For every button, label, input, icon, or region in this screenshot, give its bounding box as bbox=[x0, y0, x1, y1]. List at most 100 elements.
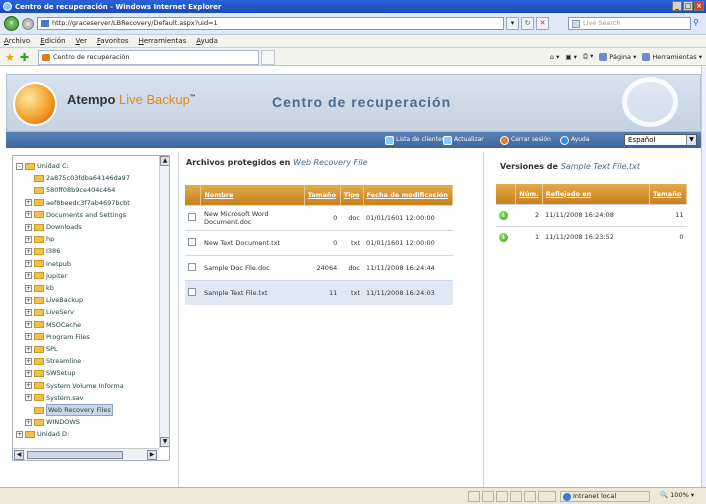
scroll-up-button[interactable]: ▲ bbox=[160, 156, 169, 166]
version-size-column-header[interactable]: Tamaño bbox=[649, 184, 687, 204]
expand-icon[interactable]: + bbox=[25, 345, 32, 353]
file-checkbox[interactable] bbox=[188, 262, 196, 271]
tree-item[interactable]: + Downloads bbox=[25, 222, 82, 232]
home-icon[interactable]: ⌂ ▾ bbox=[550, 53, 559, 61]
collapse-icon[interactable]: - bbox=[16, 162, 23, 170]
print-icon[interactable]: ⎙ ▾ bbox=[583, 52, 594, 61]
tools-menu[interactable]: Herramientas ▾ bbox=[642, 52, 702, 61]
tree-item[interactable]: Web Recovery Files bbox=[34, 404, 113, 416]
expand-icon[interactable]: + bbox=[25, 308, 32, 316]
tree-item[interactable]: 2a875c03fdba64146da97 bbox=[34, 173, 130, 183]
tree-item[interactable]: + hp bbox=[25, 234, 54, 244]
expand-icon[interactable]: + bbox=[25, 223, 32, 231]
maximize-button[interactable]: □ bbox=[683, 1, 693, 11]
scroll-left-button[interactable]: ◀ bbox=[14, 450, 24, 460]
menu-favoritos[interactable]: Favoritos bbox=[97, 37, 129, 45]
size-column-header[interactable]: Tamaño bbox=[304, 185, 341, 205]
num-column-header[interactable]: Núm. bbox=[515, 184, 543, 204]
tree-item[interactable]: + Streamline bbox=[25, 356, 81, 366]
tree-item[interactable]: + Unidad D: bbox=[16, 429, 69, 439]
live-search-input[interactable]: Live Search bbox=[568, 17, 691, 30]
expand-icon[interactable]: + bbox=[25, 357, 32, 365]
minimize-button[interactable]: _ bbox=[672, 1, 682, 11]
tree-item[interactable]: + MSOCache bbox=[25, 320, 81, 330]
menu-ayuda[interactable]: Ayuda bbox=[196, 37, 218, 45]
menu-herramientas[interactable]: Herramientas bbox=[139, 37, 187, 45]
tree-item[interactable]: + Program Files bbox=[25, 332, 90, 342]
name-column-header[interactable]: Nombre bbox=[200, 185, 305, 205]
menu-archivo[interactable]: Archivo bbox=[4, 37, 30, 45]
expand-icon[interactable]: + bbox=[25, 272, 32, 280]
help-button[interactable]: Ayuda bbox=[560, 135, 590, 145]
stop-icon[interactable]: ✕ bbox=[536, 17, 549, 30]
tree-item[interactable]: + SPL bbox=[25, 344, 58, 354]
feeds-icon[interactable]: ▣ ▾ bbox=[565, 53, 576, 61]
expand-icon[interactable]: + bbox=[25, 418, 32, 426]
new-tab-button[interactable] bbox=[261, 50, 275, 65]
refresh-button[interactable]: Actualizar bbox=[443, 135, 484, 145]
tree-item[interactable]: - Unidad C: bbox=[16, 161, 69, 171]
tree-item[interactable]: + LiveServ bbox=[25, 307, 74, 317]
tree-item[interactable]: + WINDOWS bbox=[25, 417, 80, 427]
menu-ver[interactable]: Ver bbox=[76, 37, 87, 45]
search-icon[interactable]: ⚲ bbox=[693, 17, 705, 30]
forward-button[interactable]: › bbox=[22, 17, 34, 30]
version-row[interactable]: ↓ 1 11/11/2008 16:23:52 0 bbox=[496, 225, 687, 248]
tree-item[interactable]: 580ff08b9ce404c464 bbox=[34, 185, 115, 195]
add-favorite-icon[interactable]: ✚ bbox=[20, 51, 29, 64]
tree-item[interactable]: + kb bbox=[25, 283, 54, 293]
language-select[interactable]: Español ▼ bbox=[624, 134, 697, 146]
scroll-thumb[interactable] bbox=[27, 451, 123, 459]
expand-icon[interactable]: + bbox=[25, 369, 32, 377]
date-column-header[interactable]: Fecha de modificación bbox=[363, 185, 453, 205]
file-checkbox[interactable] bbox=[188, 287, 196, 296]
refresh-icon[interactable]: ↻ bbox=[521, 17, 534, 30]
menu-edicion[interactable]: Edición bbox=[40, 37, 65, 45]
expand-icon[interactable]: + bbox=[25, 394, 32, 402]
close-button[interactable]: × bbox=[694, 1, 704, 11]
tree-item[interactable]: + SWSetup bbox=[25, 368, 75, 378]
expand-icon[interactable]: + bbox=[25, 260, 32, 268]
expand-icon[interactable]: + bbox=[25, 296, 32, 304]
tree-item[interactable]: + System.sav bbox=[25, 393, 84, 403]
security-zone[interactable]: Intranet local bbox=[560, 491, 650, 502]
zoom-control[interactable]: 🔍 100% ▾ bbox=[660, 491, 704, 502]
restore-icon[interactable]: ↓ bbox=[499, 232, 508, 242]
expand-icon[interactable]: + bbox=[25, 235, 32, 243]
logout-button[interactable]: Cerrar sesión bbox=[500, 135, 551, 145]
reflected-column-header[interactable]: Reflejado en bbox=[542, 184, 651, 204]
browser-tab[interactable]: Centro de recuperación bbox=[38, 50, 259, 65]
restore-icon[interactable]: ↓ bbox=[499, 210, 508, 220]
version-row[interactable]: ↓ 2 11/11/2008 16:24:08 11 bbox=[496, 203, 687, 226]
scroll-down-button[interactable]: ▼ bbox=[160, 437, 169, 447]
expand-icon[interactable]: + bbox=[16, 430, 23, 438]
type-column-header[interactable]: Tipo bbox=[340, 185, 364, 205]
file-checkbox[interactable] bbox=[188, 237, 196, 246]
file-row[interactable]: Sample Doc File.doc 24064 doc 11/11/2008 16… bbox=[185, 254, 453, 280]
file-checkbox[interactable] bbox=[188, 212, 196, 221]
file-row[interactable]: Sample Text File.txt 11 txt 11/11/2008 16:2… bbox=[185, 279, 453, 305]
file-row[interactable]: New Microsoft Word Document.doc 0 doc 01/01… bbox=[185, 204, 453, 230]
expand-icon[interactable]: + bbox=[25, 382, 32, 390]
expand-icon[interactable]: + bbox=[25, 247, 32, 255]
scroll-right-button[interactable]: ▶ bbox=[147, 450, 157, 460]
tree-item[interactable]: + Documents and Settings bbox=[25, 210, 126, 220]
client-list-button[interactable]: Lista de clientes bbox=[385, 135, 445, 145]
back-button[interactable]: ‹ bbox=[4, 16, 19, 31]
expand-icon[interactable]: + bbox=[25, 284, 32, 292]
tree-item[interactable]: + System Volume Informa bbox=[25, 381, 124, 391]
expand-icon[interactable]: + bbox=[25, 333, 32, 341]
address-dropdown-button[interactable]: ▾ bbox=[506, 17, 519, 30]
expand-icon[interactable]: + bbox=[25, 199, 32, 207]
tree-vertical-scrollbar[interactable]: ▲ ▼ bbox=[159, 156, 169, 448]
tree-item[interactable]: + I386 bbox=[25, 246, 60, 256]
tree-horizontal-scrollbar[interactable]: ◀ ▶ bbox=[13, 448, 159, 460]
expand-icon[interactable]: + bbox=[25, 321, 32, 329]
tree-item[interactable]: + aef8beedc3f7ab4697bcbt bbox=[25, 198, 130, 208]
tree-item[interactable]: + Inetpub bbox=[25, 259, 71, 269]
address-field[interactable]: http://graceserver/LBRecovery/Default.as… bbox=[37, 17, 504, 30]
tree-item[interactable]: + LiveBackup bbox=[25, 295, 83, 305]
favorites-star-icon[interactable]: ★ bbox=[5, 51, 15, 64]
page-menu[interactable]: Página ▾ bbox=[599, 52, 636, 61]
tree-item[interactable]: + Jupiter bbox=[25, 271, 67, 281]
